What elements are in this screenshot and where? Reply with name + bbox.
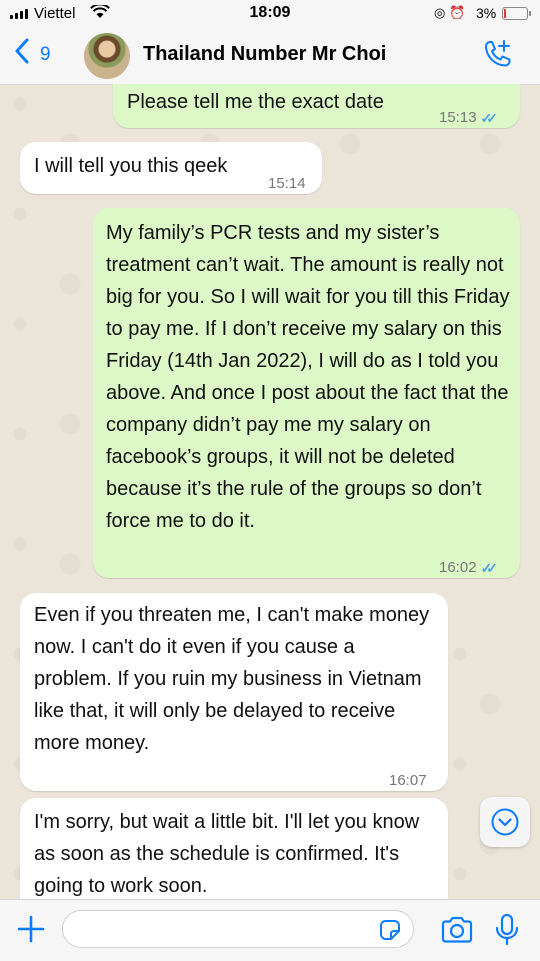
microphone-button[interactable] [494,913,520,947]
message-meta: 15:14 [268,168,306,200]
sticker-button[interactable] [378,918,402,942]
phone-plus-icon [485,40,511,67]
chevron-down-icon [491,808,519,836]
message-time: 16:02 [439,559,477,576]
camera-button[interactable] [440,916,474,944]
microphone-icon [495,913,519,946]
unread-count: 9 [40,44,51,65]
message-time: 16:07 [389,772,427,789]
sticker-icon [380,920,400,940]
message-bubble-incoming[interactable]: I will tell you this qeek 15:14 [20,142,322,194]
message-time: 15:13 [439,109,477,126]
back-button[interactable]: 9 [14,38,51,70]
read-ticks-icon: ✓✓ [480,110,499,126]
message-time: 15:14 [268,175,306,192]
message-meta: 16:07 [389,765,427,797]
message-input[interactable] [62,910,414,948]
message-text: Please tell me the exact date [127,91,384,113]
battery-percent: 3% [476,5,497,21]
message-bubble-incoming[interactable]: Even if you threaten me, I can't make mo… [20,593,448,791]
scroll-to-bottom-button[interactable] [480,797,530,847]
lock-rotation-icon: ◎ ⏰ [434,5,466,20]
contact-name[interactable]: Thailand Number Mr Choi [143,43,386,66]
message-text: I will tell you this qeek [34,155,228,177]
read-ticks-icon: ✓✓ [480,560,499,576]
add-call-button[interactable] [480,38,514,72]
message-text: Even if you threaten me, I can't make mo… [34,604,430,754]
message-text: I'm sorry, but wait a little bit. I'll l… [34,811,420,897]
chat-header: 9 Thailand Number Mr Choi [0,28,540,85]
chevron-left-icon [14,38,30,70]
input-bar [0,899,540,961]
message-bubble-outgoing[interactable]: My family’s PCR tests and my sister’s tr… [93,208,520,578]
battery-icon [502,7,531,20]
message-meta: 16:02 ✓✓ [439,552,499,584]
status-bar: Viettel 18:09 ◎ ⏰ 3% [0,0,540,28]
message-bubble-outgoing[interactable]: Please tell me the exact date 15:13 ✓✓ [113,84,520,128]
attach-button[interactable] [14,912,48,946]
message-meta: 15:13 ✓✓ [439,102,499,134]
message-text: My family’s PCR tests and my sister’s tr… [106,222,510,532]
plus-icon [17,915,45,943]
camera-icon [441,916,473,943]
avatar[interactable] [84,33,130,79]
